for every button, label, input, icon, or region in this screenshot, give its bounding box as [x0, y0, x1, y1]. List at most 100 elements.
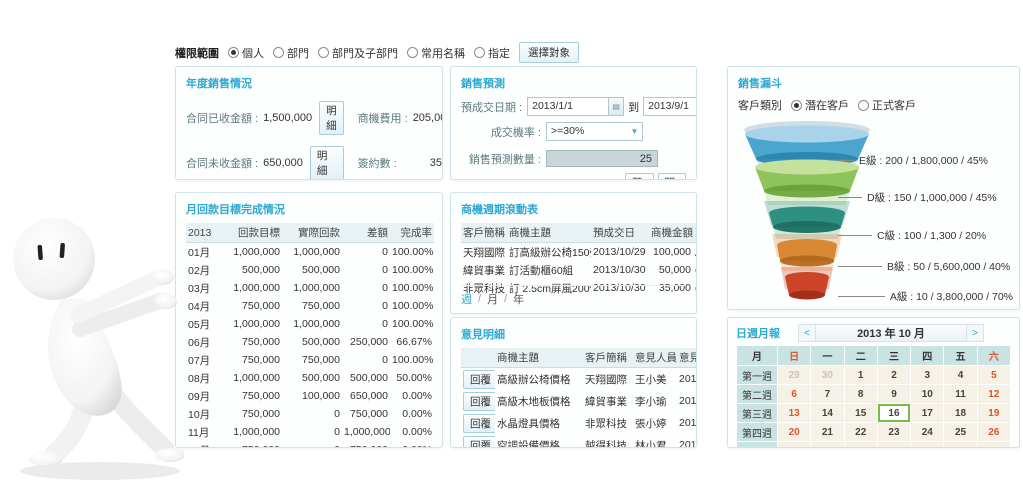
day-cell[interactable]: 19 [978, 404, 1010, 422]
day-cell[interactable]: 29 [845, 442, 877, 448]
date-picker-icon[interactable]: ▤ [608, 98, 623, 115]
day-cell[interactable]: 10 [911, 385, 943, 403]
cell-actual: 0 [282, 441, 342, 448]
day-cell[interactable]: 11 [944, 385, 976, 403]
detail-button[interactable]: 明細 [310, 146, 344, 180]
radio-common-names[interactable]: 常用名稱 [407, 45, 465, 61]
day-cell[interactable]: 1 [944, 442, 976, 448]
reply-button[interactable]: 回覆 [463, 436, 495, 449]
next-month-button[interactable]: > [966, 325, 983, 341]
day-cell[interactable]: 15 [845, 404, 877, 422]
table-row: 回覆 空調設備價格 越得科技 林小君 2013/10/15 請問空 [461, 434, 697, 448]
calendar-week-row: 第四週 20 21 22 23 24 25 26 [737, 423, 1010, 441]
metric-value: 205,000 [413, 112, 443, 124]
col-rate: 完成率 [390, 223, 434, 243]
day-cell[interactable]: 1 [845, 366, 877, 384]
day-cell[interactable]: 27 [778, 442, 810, 448]
day-cell[interactable]: 4 [944, 366, 976, 384]
date-from-field[interactable]: 2013/1/1 ▤ [527, 97, 624, 116]
tab-year[interactable]: 年 [513, 291, 524, 307]
cell-month: 06月 [186, 333, 222, 351]
cell-month: 01月 [186, 243, 222, 262]
day-cell[interactable]: 26 [978, 423, 1010, 441]
probability-value[interactable]: >=30% [547, 123, 627, 140]
chevron-down-icon[interactable]: ▼ [627, 123, 642, 140]
cell-diff: 650,000 [342, 387, 390, 405]
day-cell[interactable]: 14 [811, 404, 843, 422]
radio-department[interactable]: 部門 [273, 45, 309, 61]
day-cell[interactable]: 2 [978, 442, 1010, 448]
radio-icon[interactable] [273, 47, 284, 58]
day-cell[interactable]: 21 [811, 423, 843, 441]
select-target-button[interactable]: 選擇對象 [519, 42, 579, 63]
day-cell[interactable]: 23 [878, 423, 910, 441]
day-cell[interactable]: 8 [845, 385, 877, 403]
leader-line [838, 235, 872, 236]
day-cell[interactable]: 29 [778, 366, 810, 384]
tab-week[interactable]: 週 [461, 291, 472, 307]
day-cell[interactable]: 24 [911, 423, 943, 441]
customer-type-row: 客戶類別 潛在客戶 正式客戶 [738, 97, 1009, 113]
cell-person: 張小婷 [633, 412, 677, 434]
panel-title: 銷售漏斗 [738, 75, 1009, 91]
radio-formal-customer[interactable]: 正式客戶 [858, 97, 916, 113]
monthly-target-table: 2013 回款目標 實際回款 差額 完成率 01月 1,000,000 1,00… [186, 223, 434, 448]
reply-button[interactable]: 回覆 [463, 392, 495, 411]
tab-month[interactable]: 月 [487, 291, 498, 307]
detail-button[interactable]: 明細 [319, 101, 344, 135]
radio-icon[interactable] [318, 47, 329, 58]
day-cell[interactable]: 6 [778, 385, 810, 403]
forecast-amount-row: 銷售預測金額 : 5,350,000 預測 明細 [461, 173, 686, 180]
reply-button[interactable]: 回覆 [463, 370, 495, 389]
reply-button[interactable]: 回覆 [463, 414, 495, 433]
annual-sales-panel: 年度銷售情況 合同已收金額 : 1,500,000 明細 商機費用 : 205,… [175, 66, 443, 180]
radio-icon[interactable] [228, 47, 239, 58]
radio-specified[interactable]: 指定 [474, 45, 510, 61]
radio-icon[interactable] [474, 47, 485, 58]
cell-month: 08月 [186, 369, 222, 387]
week-label: 第一週 [737, 366, 777, 384]
annual-metric: 合同已收金額 : 1,500,000 明細 [186, 101, 344, 135]
radio-personal[interactable]: 個人 [228, 45, 264, 61]
calendar-week-row: 第三週 13 14 15 16 17 18 19 [737, 404, 1010, 422]
detail-button[interactable]: 明細 [658, 173, 686, 180]
cell-topic: 高級辦公椅價格 [495, 368, 583, 391]
radio-icon[interactable] [858, 100, 869, 111]
day-cell[interactable]: 22 [845, 423, 877, 441]
date-from-value[interactable]: 2013/1/1 [528, 98, 608, 115]
radio-label: 正式客戶 [872, 97, 916, 113]
col-thu: 四 [911, 346, 943, 365]
radio-department-sub[interactable]: 部門及子部門 [318, 45, 398, 61]
day-cell[interactable]: 7 [811, 385, 843, 403]
day-cell[interactable]: 18 [944, 404, 976, 422]
day-cell[interactable]: 28 [811, 442, 843, 448]
day-cell-selected[interactable]: 16 [878, 404, 910, 422]
day-cell[interactable]: 30 [878, 442, 910, 448]
cell-grade: C級 [693, 261, 697, 279]
cell-diff: 0 [342, 351, 390, 369]
radio-potential-customer[interactable]: 潛在客戶 [791, 97, 849, 113]
prev-month-button[interactable]: < [799, 325, 816, 341]
metric-label: 合同已收金額 : [186, 110, 258, 126]
probability-select[interactable]: >=30% ▼ [546, 122, 643, 141]
day-cell[interactable]: 30 [811, 366, 843, 384]
cell-grade: C級 [693, 279, 697, 297]
radio-icon[interactable] [791, 100, 802, 111]
date-to-field[interactable]: 2013/9/1 ▤ [643, 97, 697, 116]
day-cell[interactable]: 12 [978, 385, 1010, 403]
cell-month: 03月 [186, 279, 222, 297]
cell-date: 2013/10/15 [677, 390, 697, 412]
day-cell[interactable]: 17 [911, 404, 943, 422]
day-cell[interactable]: 2 [878, 366, 910, 384]
day-cell[interactable]: 3 [911, 366, 943, 384]
calendar-header: 日週月報 < 2013 年 10 月 > [736, 324, 1011, 342]
day-cell[interactable]: 25 [944, 423, 976, 441]
day-cell[interactable]: 31 [911, 442, 943, 448]
day-cell[interactable]: 20 [778, 423, 810, 441]
radio-icon[interactable] [407, 47, 418, 58]
predict-button[interactable]: 預測 [625, 173, 653, 180]
date-to-value[interactable]: 2013/9/1 [644, 98, 697, 115]
day-cell[interactable]: 5 [978, 366, 1010, 384]
day-cell[interactable]: 13 [778, 404, 810, 422]
day-cell[interactable]: 9 [878, 385, 910, 403]
